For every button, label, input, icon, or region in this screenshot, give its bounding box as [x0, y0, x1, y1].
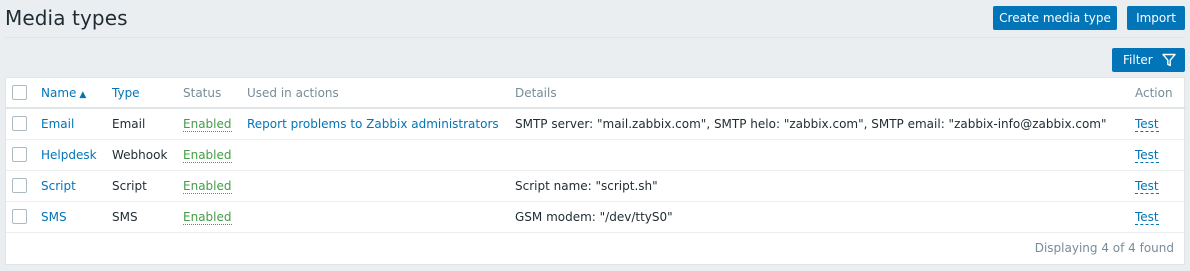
row-select-cell — [6, 108, 41, 140]
sort-asc-icon: ▲ — [79, 89, 87, 100]
row-checkbox[interactable] — [12, 209, 27, 224]
create-media-type-button[interactable]: Create media type — [993, 6, 1117, 30]
column-header-type[interactable]: Type — [112, 78, 183, 109]
used-in-actions-cell — [247, 170, 515, 202]
details-cell: GSM modem: "/dev/ttyS0" — [515, 201, 1135, 233]
details-cell — [515, 139, 1135, 171]
status-toggle[interactable]: Enabled — [183, 209, 232, 225]
row-select-cell — [6, 201, 41, 233]
test-link[interactable]: Test — [1135, 209, 1159, 225]
action-link[interactable]: Report problems to Zabbix administrators — [247, 117, 499, 131]
row-select-cell — [6, 139, 41, 171]
import-button[interactable]: Import — [1127, 6, 1185, 30]
media-name-cell: SMS — [41, 201, 112, 233]
media-type-cell: Email — [112, 108, 183, 140]
media-type-cell: SMS — [112, 201, 183, 233]
status-cell: Enabled — [183, 108, 247, 140]
action-cell: Test — [1135, 201, 1186, 233]
select-all-cell — [6, 78, 41, 109]
media-name-link[interactable]: Script — [41, 179, 76, 193]
select-all-checkbox[interactable] — [12, 85, 27, 100]
media-types-table-container: Name ▲ Type Status Used in actions Detail… — [5, 77, 1186, 265]
media-type-cell: Script — [112, 170, 183, 202]
status-cell: Enabled — [183, 201, 247, 233]
action-cell: Test — [1135, 170, 1186, 202]
table-row: Helpdesk Webhook Enabled Test — [6, 139, 1186, 171]
details-cell: SMTP server: "mail.zabbix.com", SMTP hel… — [515, 108, 1135, 140]
media-name-cell: Email — [41, 108, 112, 140]
filter-button-label: Filter — [1123, 53, 1153, 67]
used-in-actions-cell: Report problems to Zabbix administrators — [247, 108, 515, 140]
column-header-used-in-actions: Used in actions — [247, 78, 515, 109]
column-header-action: Action — [1135, 78, 1186, 109]
media-name-link[interactable]: SMS — [41, 210, 67, 224]
column-type-label[interactable]: Type — [112, 86, 140, 100]
details-cell: Script name: "script.sh" — [515, 170, 1135, 202]
media-name-cell: Script — [41, 170, 112, 202]
column-header-details: Details — [515, 78, 1135, 109]
media-types-table: Name ▲ Type Status Used in actions Detail… — [6, 78, 1186, 233]
media-name-cell: Helpdesk — [41, 139, 112, 171]
status-toggle[interactable]: Enabled — [183, 147, 232, 163]
status-toggle[interactable]: Enabled — [183, 178, 232, 194]
table-row: Email Email Enabled Report problems to Z… — [6, 108, 1186, 140]
table-row: SMS SMS Enabled GSM modem: "/dev/ttyS0" … — [6, 201, 1186, 233]
status-cell: Enabled — [183, 170, 247, 202]
row-checkbox[interactable] — [12, 178, 27, 193]
row-checkbox[interactable] — [12, 116, 27, 132]
table-row: Script Script Enabled Script name: "scri… — [6, 170, 1186, 202]
column-name-label[interactable]: Name — [41, 86, 76, 100]
test-link[interactable]: Test — [1135, 178, 1159, 194]
table-header-row: Name ▲ Type Status Used in actions Detail… — [6, 78, 1186, 109]
filter-icon — [1162, 53, 1176, 67]
used-in-actions-cell — [247, 139, 515, 171]
action-cell: Test — [1135, 139, 1186, 171]
pagination-summary: Displaying 4 of 4 found — [1034, 241, 1174, 255]
row-checkbox[interactable] — [12, 147, 27, 162]
action-cell: Test — [1135, 108, 1186, 140]
media-name-link[interactable]: Email — [41, 117, 74, 131]
column-header-status: Status — [183, 78, 247, 109]
media-name-link[interactable]: Helpdesk — [41, 148, 97, 162]
used-in-actions-cell — [247, 201, 515, 233]
column-header-name[interactable]: Name ▲ — [41, 78, 112, 109]
status-toggle[interactable]: Enabled — [183, 116, 232, 132]
page-title: Media types — [5, 6, 128, 30]
status-cell: Enabled — [183, 139, 247, 171]
test-link[interactable]: Test — [1135, 147, 1159, 163]
row-select-cell — [6, 170, 41, 202]
test-link[interactable]: Test — [1135, 116, 1159, 132]
media-type-cell: Webhook — [112, 139, 183, 171]
filter-button[interactable]: Filter — [1112, 48, 1185, 72]
header-divider — [5, 37, 1185, 38]
